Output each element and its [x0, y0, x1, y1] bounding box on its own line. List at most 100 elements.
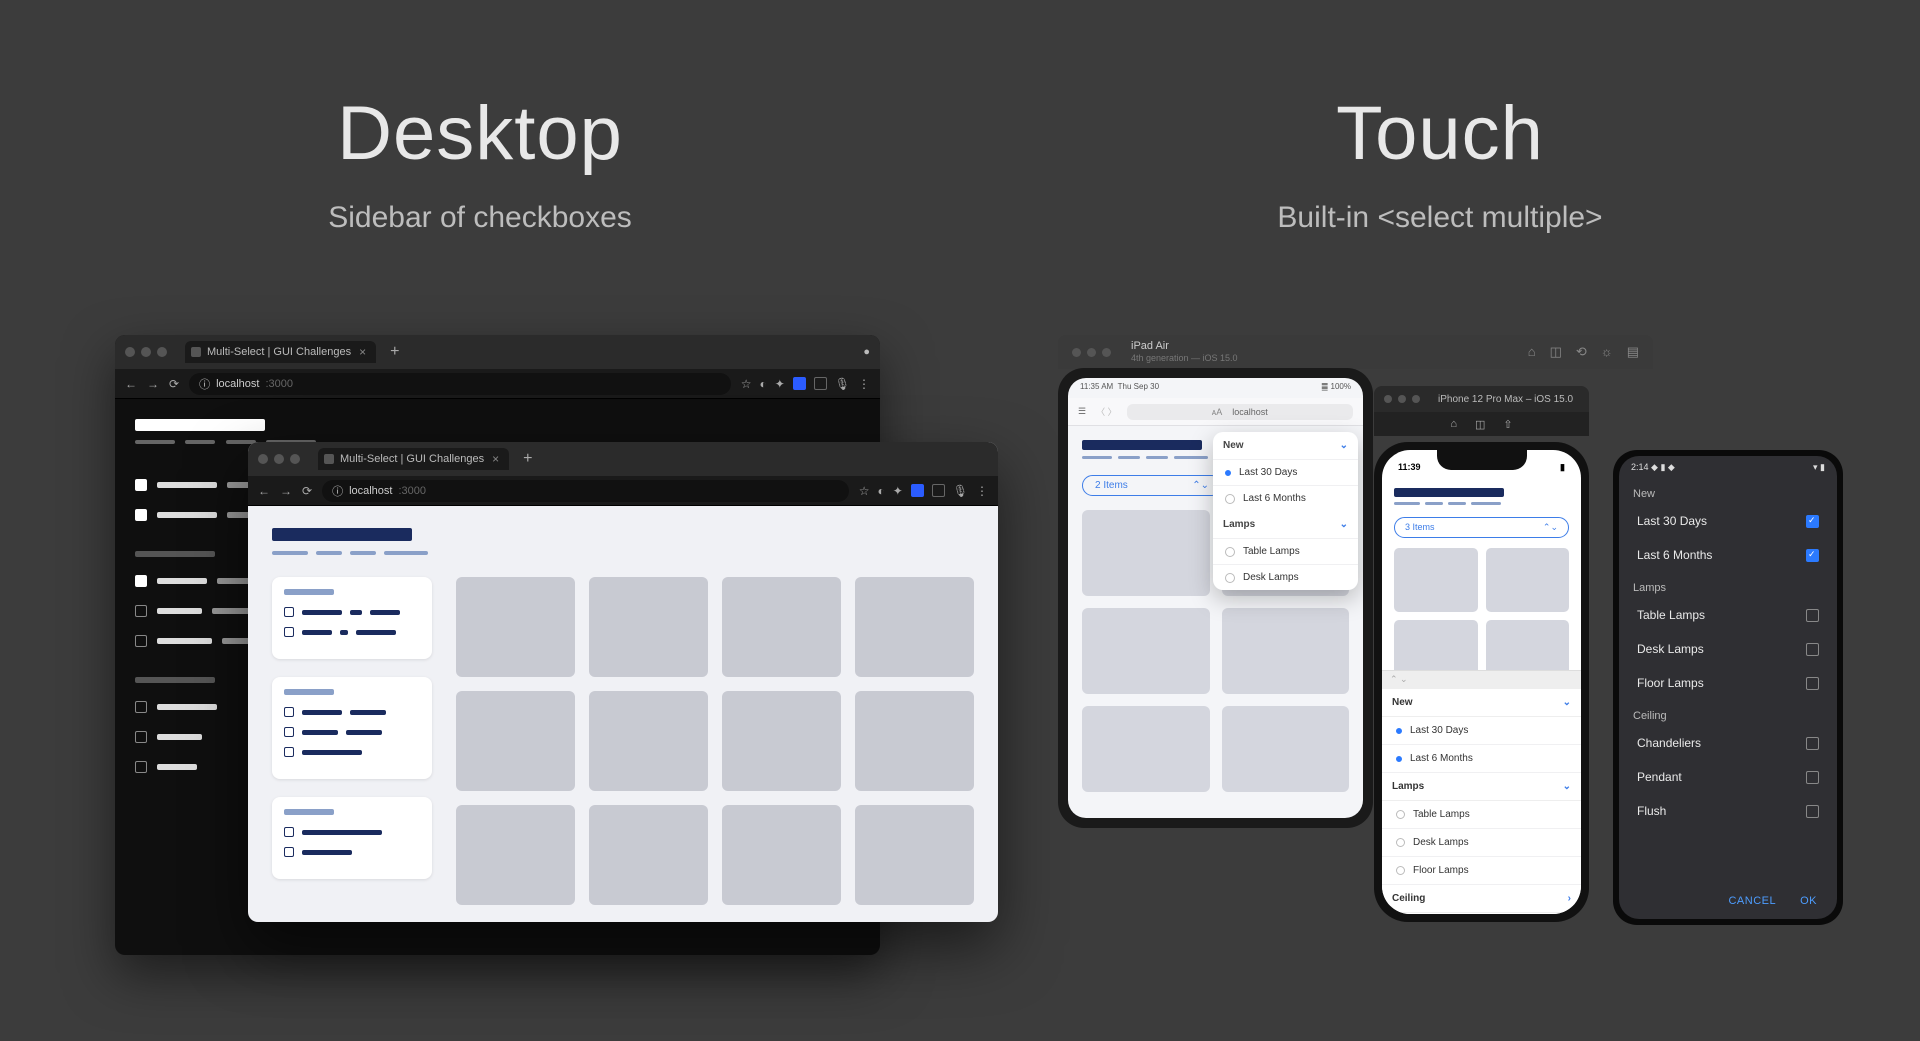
result-card[interactable] — [589, 691, 708, 791]
sheet-option[interactable]: Desk Lamps — [1382, 829, 1581, 857]
popover-option[interactable]: Table Lamps — [1213, 538, 1358, 564]
checkbox-row[interactable] — [284, 707, 420, 717]
select-option[interactable]: Floor Lamps — [1619, 666, 1837, 700]
sheet-section[interactable]: New⌄ — [1382, 689, 1581, 717]
ok-button[interactable]: OK — [1800, 895, 1817, 907]
result-card[interactable] — [855, 691, 974, 791]
result-card[interactable] — [456, 805, 575, 905]
new-tab-button[interactable]: + — [390, 343, 399, 361]
result-card[interactable] — [1082, 706, 1210, 792]
close-tab-icon[interactable]: × — [359, 345, 366, 359]
home-icon[interactable]: ⌂ — [1528, 344, 1536, 360]
result-card[interactable] — [1082, 608, 1210, 694]
select-multiple-pill[interactable]: 2 Items⌃⌄ — [1082, 475, 1222, 496]
more-icon[interactable]: ▤ — [1627, 344, 1639, 360]
screenshot-icon[interactable]: ◫ — [1550, 344, 1562, 360]
mic-icon[interactable]: 🎙 — [953, 484, 968, 498]
home-icon[interactable]: ⌂ — [1450, 418, 1457, 430]
star-icon[interactable]: ☆ — [741, 377, 752, 391]
checkbox-icon[interactable] — [1806, 549, 1819, 562]
result-card[interactable] — [456, 577, 575, 677]
url-field[interactable]: ᴀA localhost — [1127, 404, 1353, 420]
checkbox-icon[interactable] — [1806, 515, 1819, 528]
appearance-icon[interactable]: ☼ — [1601, 344, 1613, 360]
result-card[interactable] — [855, 805, 974, 905]
checkbox-icon[interactable] — [135, 605, 147, 617]
result-card[interactable] — [1222, 608, 1350, 694]
sheet-option[interactable]: Last 30 Days — [1382, 717, 1581, 745]
forward-icon[interactable]: → — [280, 484, 292, 498]
checkbox-icon[interactable] — [1806, 643, 1819, 656]
checkbox-icon[interactable] — [135, 731, 147, 743]
checkbox-icon[interactable] — [284, 747, 294, 757]
popover-section[interactable]: New⌄ — [1213, 432, 1358, 459]
ext-icon[interactable]: ◐ — [759, 377, 766, 391]
checkbox-icon[interactable] — [1806, 805, 1819, 818]
checkbox-icon[interactable] — [284, 607, 294, 617]
menu-icon[interactable]: ⋮ — [976, 484, 988, 498]
select-option[interactable]: Pendant — [1619, 760, 1837, 794]
ext-icon[interactable]: ✦ — [775, 377, 785, 391]
checkbox-icon[interactable] — [284, 727, 294, 737]
forward-icon[interactable]: → — [147, 377, 159, 391]
ext-icon[interactable] — [814, 377, 827, 390]
checkbox-row[interactable] — [284, 727, 420, 737]
popover-option[interactable]: Last 6 Months — [1213, 485, 1358, 511]
checkbox-row[interactable] — [284, 627, 420, 637]
select-option[interactable]: Chandeliers — [1619, 726, 1837, 760]
rotate-icon[interactable]: ⟲ — [1576, 344, 1587, 360]
close-tab-icon[interactable]: × — [492, 452, 499, 466]
checkbox-icon[interactable] — [135, 635, 147, 647]
checkbox-icon[interactable] — [284, 627, 294, 637]
popover-option[interactable]: Last 30 Days — [1213, 459, 1358, 485]
browser-tab[interactable]: Multi-Select | GUI Challenges × — [318, 448, 509, 470]
checkbox-icon[interactable] — [1806, 609, 1819, 622]
screenshot-icon[interactable]: ◫ — [1475, 418, 1485, 431]
result-card[interactable] — [722, 691, 841, 791]
window-controls[interactable] — [1072, 348, 1111, 357]
ext-icon[interactable] — [911, 484, 924, 497]
menu-icon[interactable]: ⋮ — [858, 377, 870, 391]
url-field[interactable]: ⓘ localhost:3000 — [189, 373, 731, 395]
reload-icon[interactable]: ⟳ — [169, 377, 179, 391]
result-card[interactable] — [1486, 548, 1570, 612]
result-card[interactable] — [1082, 510, 1210, 596]
ext-icon[interactable] — [793, 377, 806, 390]
checkbox-icon[interactable] — [284, 707, 294, 717]
checkbox-row[interactable] — [284, 747, 420, 757]
result-card[interactable] — [589, 577, 708, 677]
result-card[interactable] — [855, 577, 974, 677]
result-card[interactable] — [589, 805, 708, 905]
back-icon[interactable]: ← — [125, 377, 137, 391]
new-tab-button[interactable]: + — [523, 450, 532, 468]
sidebar-icon[interactable]: ☰ — [1078, 406, 1086, 417]
ext-icon[interactable]: ◐ — [877, 484, 884, 498]
result-card[interactable] — [1222, 706, 1350, 792]
sheet-option[interactable]: Floor Lamps — [1382, 857, 1581, 885]
popover-option[interactable]: Desk Lamps — [1213, 564, 1358, 590]
sheet-section[interactable]: Lamps⌄ — [1382, 773, 1581, 801]
result-card[interactable] — [1394, 548, 1478, 612]
checkbox-icon[interactable] — [135, 575, 147, 587]
result-card[interactable] — [456, 691, 575, 791]
sheet-option[interactable]: Last 6 Months — [1382, 745, 1581, 773]
ext-icon[interactable] — [932, 484, 945, 497]
window-controls[interactable] — [1384, 395, 1420, 403]
select-option[interactable]: Table Lamps — [1619, 598, 1837, 632]
checkbox-icon[interactable] — [135, 701, 147, 713]
back-icon[interactable]: ← — [258, 484, 270, 498]
sheet-option[interactable]: Table Lamps — [1382, 801, 1581, 829]
checkbox-icon[interactable] — [284, 847, 294, 857]
reload-icon[interactable]: ⟳ — [302, 484, 312, 498]
cancel-button[interactable]: CANCEL — [1728, 895, 1776, 907]
select-option[interactable]: Desk Lamps — [1619, 632, 1837, 666]
sheet-section[interactable]: By Room› — [1382, 913, 1581, 914]
ext-icon[interactable]: ✦ — [893, 484, 903, 498]
checkbox-row[interactable] — [284, 847, 420, 857]
result-card[interactable] — [722, 577, 841, 677]
result-card[interactable] — [722, 805, 841, 905]
mic-icon[interactable]: 🎙 — [835, 377, 850, 391]
select-option[interactable]: Flush — [1619, 794, 1837, 828]
checkbox-row[interactable] — [284, 607, 420, 617]
browser-tab[interactable]: Multi-Select | GUI Challenges × — [185, 341, 376, 363]
